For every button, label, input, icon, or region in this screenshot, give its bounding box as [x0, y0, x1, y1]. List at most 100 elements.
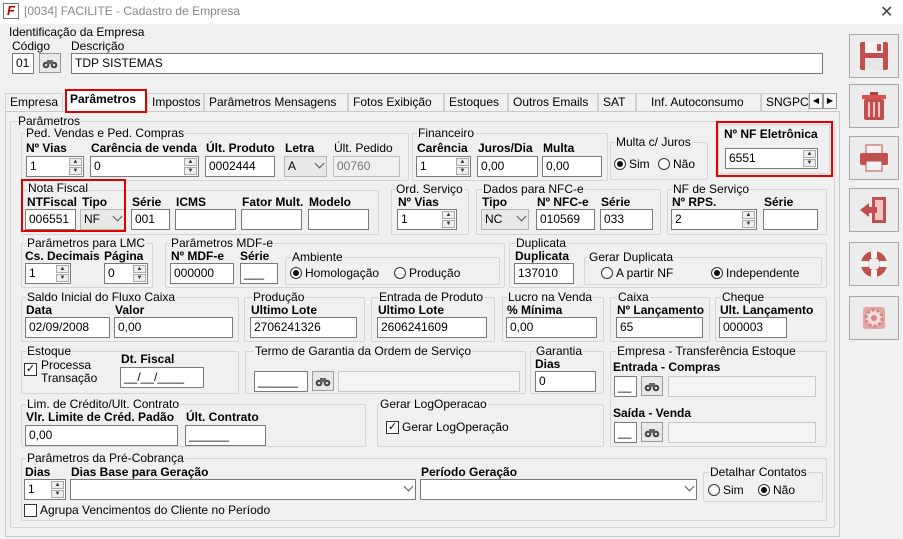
- tab-outros-emails[interactable]: Outros Emails: [508, 93, 598, 112]
- codigo-field[interactable]: 01: [12, 53, 34, 74]
- lmc-dec-value: 1: [29, 266, 36, 280]
- tab-scroll-left-icon[interactable]: ◀: [809, 93, 823, 109]
- nota-icms-field[interactable]: [175, 209, 236, 230]
- search-binoculars-icon[interactable]: [39, 53, 61, 73]
- spin-icon[interactable]: ▲ ▼: [133, 265, 146, 282]
- dup-a-partir-radio[interactable]: A partir NF: [601, 266, 673, 280]
- tab-inf-autoconsumo[interactable]: Inf. Autoconsumo: [636, 93, 761, 112]
- ped-ult-produto-field[interactable]: 0002444: [205, 156, 275, 177]
- entrada-lote-field[interactable]: 2606241609: [377, 317, 487, 338]
- spin-icon[interactable]: ▲ ▼: [442, 211, 455, 228]
- tab-parametros-mensagens[interactable]: Parâmetros Mensagens: [204, 93, 348, 112]
- fin-juros-field[interactable]: 0,00: [477, 156, 538, 177]
- saldo-data-field[interactable]: 02/09/2008: [25, 317, 110, 338]
- dup-independente-radio[interactable]: Independente: [711, 266, 799, 280]
- estoque-processa-checkbox[interactable]: ✓: [24, 363, 37, 376]
- tab-empresa[interactable]: Empresa: [5, 93, 63, 112]
- estoque-dt-field[interactable]: __/__/____: [120, 367, 204, 388]
- tab-estoques[interactable]: Estoques: [444, 93, 508, 112]
- nota-tipo-value: NF: [84, 212, 100, 226]
- detalhar-nao-radio[interactable]: Não: [758, 483, 795, 497]
- print-button[interactable]: [849, 136, 899, 180]
- nfce-serie-field[interactable]: 033: [600, 209, 653, 230]
- spin-icon[interactable]: ▲ ▼: [69, 158, 82, 175]
- lmc-pag-stepper[interactable]: 0 ▲ ▼: [104, 263, 148, 284]
- spin-icon[interactable]: ▲ ▼: [56, 265, 69, 282]
- mdfe-num-field[interactable]: 000000: [170, 263, 234, 284]
- tab-scroll-right-icon[interactable]: ▶: [823, 93, 837, 109]
- detalhar-sim-radio[interactable]: Sim: [708, 483, 744, 497]
- nfce-num-field[interactable]: 010569: [536, 209, 595, 230]
- tab-parametros[interactable]: Parâmetros: [65, 90, 147, 113]
- close-button[interactable]: ✕: [880, 2, 893, 22]
- estoque-legend: Estoque: [26, 344, 73, 358]
- caixa-lanc-field[interactable]: 65: [616, 317, 703, 338]
- search-binoculars-icon[interactable]: [641, 422, 663, 442]
- garantia-dias-field[interactable]: 0: [535, 371, 596, 392]
- fin-multa-field[interactable]: 0,00: [542, 156, 602, 177]
- spin-icon[interactable]: ▲ ▼: [742, 211, 755, 228]
- ped-letra-select[interactable]: A: [284, 156, 327, 177]
- precob-periodo-select[interactable]: [420, 479, 697, 500]
- saldo-valor-field[interactable]: 0,00: [114, 317, 233, 338]
- nota-fator-field[interactable]: [241, 209, 302, 230]
- transf-saida-field[interactable]: __: [614, 422, 637, 443]
- nfce-tipo-select[interactable]: NC: [481, 209, 529, 230]
- dup-field[interactable]: 137010: [514, 263, 574, 284]
- check-icon: ✓: [25, 363, 36, 375]
- saldo-data-label: Data: [26, 303, 53, 317]
- ped-ult-pedido-label: Últ. Pedido: [334, 141, 393, 155]
- agrupa-checkbox[interactable]: [24, 504, 37, 517]
- tab-scroller[interactable]: ◀ ▶: [809, 93, 837, 109]
- ped-vias-stepper[interactable]: 1 ▲ ▼: [26, 156, 84, 177]
- transf-entrada-field[interactable]: __: [614, 376, 637, 397]
- os-vias-stepper[interactable]: 1 ▲ ▼: [397, 209, 457, 230]
- tab-fotos-exibicao[interactable]: Fotos Exibição: [348, 93, 444, 112]
- lucro-min-field[interactable]: 0,00: [506, 317, 597, 338]
- help-button[interactable]: [849, 242, 899, 286]
- lmc-dec-stepper[interactable]: 1 ▲ ▼: [25, 263, 71, 284]
- multa-juros-nao-radio[interactable]: Não: [658, 157, 695, 171]
- mdfe-serie-field[interactable]: ___: [240, 263, 278, 284]
- precob-dias-stepper[interactable]: 1 ▲ ▼: [24, 479, 66, 500]
- chevron-down-icon: [403, 481, 414, 492]
- nfs-serie-field[interactable]: [763, 209, 818, 230]
- app-logo-icon: F: [3, 3, 19, 19]
- settings-gear-icon: [863, 307, 885, 329]
- exit-button[interactable]: [849, 188, 899, 232]
- garantia-os-field[interactable]: ______: [254, 371, 308, 392]
- nfs-rps-stepper[interactable]: 2 ▲ ▼: [671, 209, 757, 230]
- cheque-lanc-field[interactable]: 000003: [719, 317, 787, 338]
- nota-ntfiscal-field[interactable]: 006551: [25, 209, 76, 230]
- multa-juros-sim-radio[interactable]: Sim: [614, 157, 650, 171]
- spin-icon[interactable]: ▲ ▼: [803, 150, 816, 167]
- fin-carencia-value: 1: [420, 159, 427, 173]
- descricao-field[interactable]: TDP SISTEMAS: [71, 53, 823, 74]
- tab-sat[interactable]: SAT: [598, 93, 636, 112]
- tab-sngpc[interactable]: SNGPC: [761, 93, 809, 112]
- credito-ult-field[interactable]: ______: [185, 425, 266, 446]
- fin-carencia-stepper[interactable]: 1 ▲ ▼: [416, 156, 471, 177]
- fin-legend: Financeiro: [417, 126, 476, 140]
- spin-icon[interactable]: ▲ ▼: [456, 158, 469, 175]
- save-button[interactable]: [849, 34, 899, 78]
- spin-icon[interactable]: ▲ ▼: [51, 481, 64, 498]
- nota-modelo-field[interactable]: [308, 209, 369, 230]
- ped-carencia-stepper[interactable]: 0 ▲ ▼: [90, 156, 199, 177]
- mdfe-producao-radio[interactable]: Produção: [394, 266, 460, 280]
- prod-lote-field[interactable]: 2706241326: [250, 317, 357, 338]
- nfe-stepper[interactable]: 6551 ▲ ▼: [725, 148, 818, 169]
- tab-impostos[interactable]: Impostos: [147, 93, 204, 112]
- estoque-transacao-label: Transação: [41, 371, 98, 385]
- log-checkbox[interactable]: ✓: [386, 421, 399, 434]
- mdfe-homologacao-radio[interactable]: Homologação: [290, 266, 379, 280]
- nota-tipo-select[interactable]: NF: [80, 209, 125, 230]
- search-binoculars-icon[interactable]: [641, 376, 663, 396]
- delete-button[interactable]: [849, 84, 899, 128]
- search-binoculars-icon[interactable]: [312, 371, 334, 391]
- spin-icon[interactable]: ▲ ▼: [184, 158, 197, 175]
- nota-serie-field[interactable]: 001: [131, 209, 170, 230]
- precob-base-select[interactable]: [70, 479, 416, 500]
- settings-button[interactable]: [849, 296, 899, 340]
- credito-vlr-field[interactable]: 0,00: [25, 425, 178, 446]
